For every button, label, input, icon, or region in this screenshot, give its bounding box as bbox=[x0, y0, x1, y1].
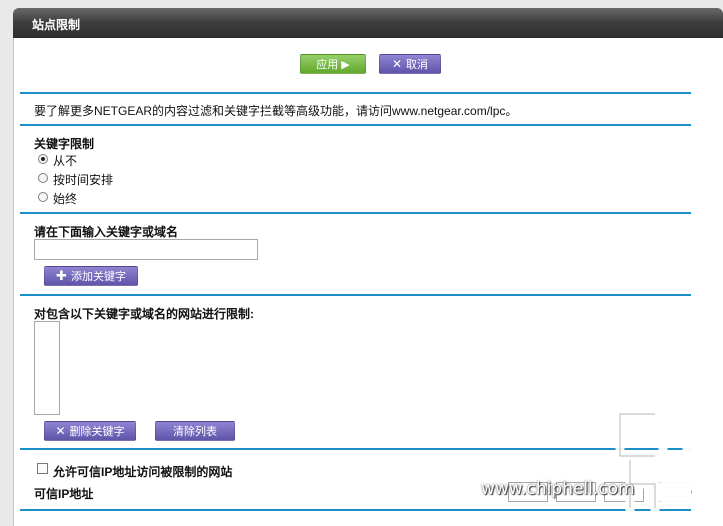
delete-keyword-button[interactable]: ✕ 删除关键字 bbox=[44, 421, 136, 441]
close-icon: ✕ bbox=[391, 57, 403, 71]
radio-scheduled-label: 按时间安排 bbox=[53, 173, 114, 187]
apply-button-label: 应用 ▶ bbox=[316, 59, 350, 71]
clear-list-label: 清除列表 bbox=[173, 426, 217, 438]
radio-never[interactable] bbox=[38, 154, 48, 164]
keyword-entry-heading: 请在下面输入关键字或域名 bbox=[34, 225, 179, 239]
cancel-button[interactable]: ✕ 取消 bbox=[379, 54, 441, 74]
radio-always-label: 始终 bbox=[53, 192, 78, 206]
cancel-button-label: 取消 bbox=[406, 59, 429, 71]
radio-always[interactable] bbox=[38, 192, 48, 202]
apply-button[interactable]: 应用 ▶ bbox=[300, 54, 366, 74]
add-keyword-button[interactable]: ✚ 添加关键字 bbox=[44, 266, 138, 286]
divider bbox=[20, 212, 691, 214]
keyword-block-heading: 关键字限制 bbox=[34, 137, 95, 151]
watermark-url: www.chiphell.com bbox=[481, 479, 635, 499]
radio-scheduled[interactable] bbox=[38, 173, 48, 183]
trusted-ip-label: 可信IP地址 bbox=[34, 487, 94, 501]
close-icon: ✕ bbox=[55, 424, 66, 438]
keyword-input[interactable] bbox=[34, 239, 258, 260]
clear-list-button[interactable]: 清除列表 bbox=[155, 421, 235, 441]
divider bbox=[20, 448, 691, 450]
plus-icon: ✚ bbox=[56, 268, 67, 283]
blocked-list-heading: 对包含以下关键字或域名的网站进行限制: bbox=[34, 307, 254, 321]
trusted-ip-octet-4[interactable] bbox=[652, 482, 692, 502]
divider bbox=[20, 294, 691, 296]
add-keyword-label: 添加关键字 bbox=[70, 271, 126, 283]
divider bbox=[20, 509, 691, 511]
window-title: 站点限制 bbox=[13, 8, 723, 38]
blocked-keywords-list[interactable] bbox=[34, 321, 60, 415]
delete-keyword-label: 删除关键字 bbox=[69, 426, 125, 438]
allow-trusted-label: 允许可信IP地址访问被限制的网站 bbox=[53, 465, 233, 479]
radio-never-label: 从不 bbox=[53, 154, 78, 168]
allow-trusted-checkbox[interactable] bbox=[37, 463, 48, 474]
info-text: 要了解更多NETGEAR的内容过滤和关键字拦截等高级功能，请访问www.netg… bbox=[34, 104, 518, 118]
divider bbox=[20, 92, 691, 94]
divider bbox=[20, 124, 691, 126]
